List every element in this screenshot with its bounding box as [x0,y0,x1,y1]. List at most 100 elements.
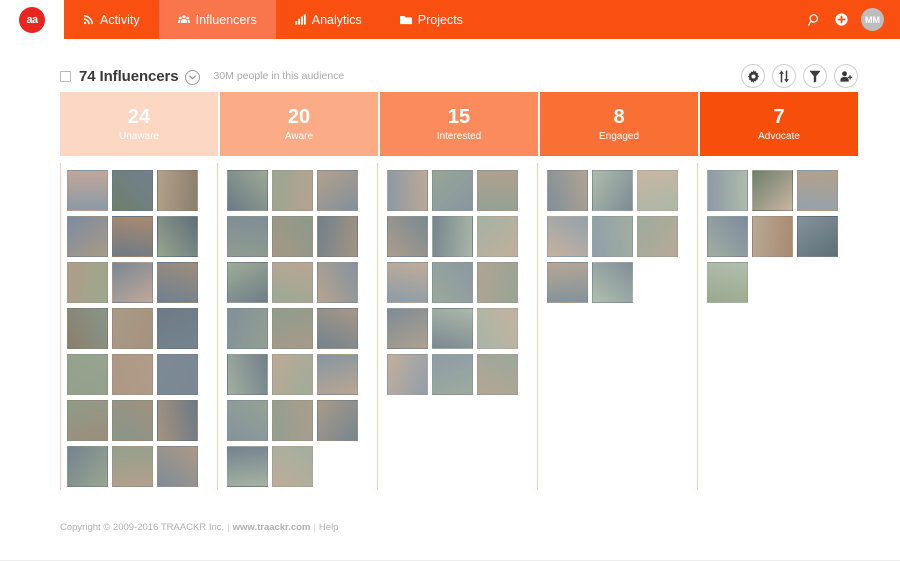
influencer-avatar[interactable] [112,446,153,487]
influencer-avatar[interactable] [592,262,633,303]
influencer-avatar[interactable] [112,262,153,303]
footer-divider: | [310,522,318,533]
folder-icon [400,15,412,25]
search-icon[interactable] [808,13,822,27]
influencer-avatar[interactable] [157,262,198,303]
influencer-avatar[interactable] [157,400,198,441]
influencer-avatar[interactable] [707,170,748,211]
influencer-avatar[interactable] [432,308,473,349]
influencer-avatar[interactable] [157,354,198,395]
influencer-avatar[interactable] [67,308,108,349]
influencer-avatar[interactable] [112,308,153,349]
influencer-avatar[interactable] [797,170,838,211]
influencer-avatar[interactable] [317,216,358,257]
nav-item-influencers[interactable]: Influencers [159,0,276,39]
user-avatar[interactable]: MM [861,8,884,31]
influencer-avatar[interactable] [477,216,518,257]
influencer-avatar[interactable] [272,308,313,349]
influencer-avatar[interactable] [707,216,748,257]
stage-header-unaware[interactable]: 24 Unaware [60,92,218,156]
influencer-avatar[interactable] [387,170,428,211]
stage-header-aware[interactable]: 20 Aware [220,92,378,156]
influencer-avatar[interactable] [477,262,518,303]
influencer-avatar[interactable] [637,170,678,211]
influencer-avatar[interactable] [477,308,518,349]
nav-item-projects[interactable]: Projects [381,0,482,39]
filter-button[interactable] [803,64,827,88]
influencer-avatar[interactable] [67,170,108,211]
influencer-avatar[interactable] [67,216,108,257]
influencer-avatar[interactable] [272,216,313,257]
page-footer: Copyright © 2009-2016 TRAACKR Inc.|www.t… [0,490,900,561]
influencer-avatar[interactable] [272,400,313,441]
influencer-avatar[interactable] [387,308,428,349]
app-page: aa Activity [0,0,900,561]
influencer-avatar[interactable] [227,354,268,395]
influencer-avatar[interactable] [227,170,268,211]
influencer-avatar[interactable] [272,446,313,487]
top-navbar: aa Activity [0,0,900,39]
influencer-avatar[interactable] [112,216,153,257]
stage-header-advocate[interactable]: 7 Advocate [700,92,858,156]
influencer-avatar[interactable] [752,216,793,257]
stage-label: Advocate [758,131,800,142]
influencer-avatar[interactable] [432,354,473,395]
influencer-avatar[interactable] [547,216,588,257]
app-logo[interactable]: aa [19,7,45,33]
influencer-avatar[interactable] [317,262,358,303]
stage-header-engaged[interactable]: 8 Engaged [540,92,698,156]
influencer-avatar[interactable] [227,446,268,487]
influencer-avatar[interactable] [67,446,108,487]
influencer-avatar[interactable] [797,216,838,257]
influencer-avatar[interactable] [317,400,358,441]
influencer-avatar[interactable] [317,170,358,211]
nav-item-activity[interactable]: Activity [64,0,159,39]
stage-header-interested[interactable]: 15 Interested [380,92,538,156]
influencer-avatar[interactable] [157,216,198,257]
influencer-avatar[interactable] [477,170,518,211]
influencer-avatar[interactable] [227,262,268,303]
influencer-avatar[interactable] [752,170,793,211]
influencer-avatar[interactable] [477,354,518,395]
influencer-avatar[interactable] [547,170,588,211]
influencer-avatar[interactable] [272,354,313,395]
influencer-avatar[interactable] [592,216,633,257]
influencer-avatar[interactable] [432,216,473,257]
person-add-button[interactable] [834,64,858,88]
influencer-avatar[interactable] [67,400,108,441]
sort-button[interactable] [772,64,796,88]
influencer-avatar[interactable] [272,170,313,211]
influencer-avatar[interactable] [432,170,473,211]
influencer-avatar[interactable] [272,262,313,303]
influencer-avatar[interactable] [67,354,108,395]
influencer-avatar[interactable] [317,308,358,349]
select-all-checkbox[interactable] [60,71,71,82]
influencer-avatar[interactable] [112,354,153,395]
influencer-avatar[interactable] [387,354,428,395]
site-link[interactable]: www.traackr.com [233,522,311,533]
influencer-avatar[interactable] [432,262,473,303]
plus-circle-icon[interactable] [835,13,848,26]
settings-button[interactable] [741,64,765,88]
influencer-avatar[interactable] [547,262,588,303]
chevron-down-icon[interactable] [185,70,200,85]
influencer-avatar[interactable] [387,216,428,257]
influencer-avatar[interactable] [637,216,678,257]
nav-label-influencers: Influencers [196,13,257,27]
influencer-avatar[interactable] [112,170,153,211]
nav-spacer [482,0,808,39]
influencer-avatar[interactable] [227,400,268,441]
influencer-avatar[interactable] [227,308,268,349]
influencer-avatar[interactable] [67,262,108,303]
influencer-avatar[interactable] [112,400,153,441]
influencer-avatar[interactable] [157,446,198,487]
influencer-avatar[interactable] [592,170,633,211]
influencer-avatar[interactable] [387,262,428,303]
influencer-avatar[interactable] [707,262,748,303]
help-link[interactable]: Help [319,522,339,533]
influencer-avatar[interactable] [157,308,198,349]
nav-item-analytics[interactable]: Analytics [276,0,381,39]
influencer-avatar[interactable] [227,216,268,257]
influencer-avatar[interactable] [157,170,198,211]
influencer-avatar[interactable] [317,354,358,395]
